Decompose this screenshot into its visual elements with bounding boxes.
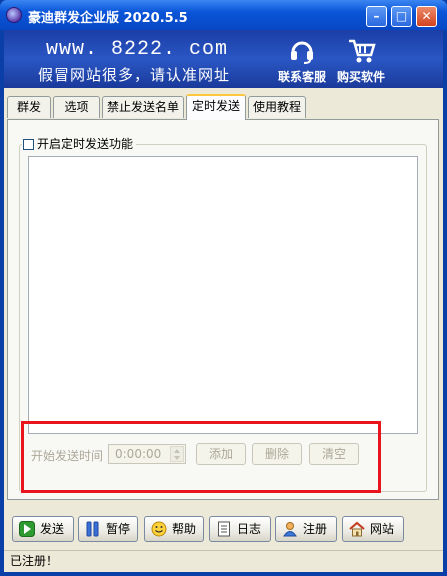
status-bar: 已注册！ [4,550,443,572]
schedule-list[interactable] [28,156,418,434]
close-button[interactable]: ✕ [416,6,437,27]
banner: www. 8222. com 假冒网站很多，请认准网址 联系客服 购买软件 [4,30,443,88]
minimize-button[interactable]: – [366,6,387,27]
tab-label: 禁止发送名单 [106,100,179,114]
tab-label: 选项 [64,100,89,114]
status-text: 已注册！ [10,554,59,568]
tab-scheduled-send[interactable]: 定时发送 [186,94,246,120]
window-title: 豪迪群发企业版 2020.5.5 [28,11,188,26]
banner-url: www. 8222. com [46,38,229,61]
maximize-button[interactable]: □ [391,6,412,27]
tab-label: 群发 [16,100,41,114]
home-icon [349,521,365,537]
smiley-icon [151,521,167,537]
play-icon [19,521,35,537]
website-button[interactable]: 网站 [342,516,404,542]
register-label: 注册 [303,522,328,536]
enable-scheduled-checkbox[interactable]: 开启定时发送功能 [22,136,137,152]
website-label: 网站 [370,522,395,536]
register-button[interactable]: 注册 [275,516,337,542]
contact-support-link[interactable]: 联系客服 [272,36,332,84]
client-area: 群发 选项 禁止发送名单 定时发送 使用教程 开启定时发送功能 开始发送时间 0… [4,88,443,572]
pause-icon [86,521,99,537]
help-button[interactable]: 帮助 [144,516,204,542]
buy-software-label: 购买软件 [336,70,385,84]
send-label: 发送 [40,522,65,536]
document-icon [218,521,230,537]
maximize-icon: □ [395,9,408,23]
tab-mass-send[interactable]: 群发 [7,96,51,118]
send-button[interactable]: 发送 [12,516,74,542]
checkbox-box[interactable] [23,139,34,150]
log-label: 日志 [237,522,262,536]
tab-label: 使用教程 [252,100,301,114]
help-label: 帮助 [172,522,197,536]
user-icon [283,522,297,537]
title-bar[interactable]: 豪迪群发企业版 2020.5.5 – □ ✕ [0,0,447,30]
banner-slogan: 假冒网站很多，请认准网址 [38,66,231,84]
log-button[interactable]: 日志 [209,516,271,542]
enable-scheduled-label: 开启定时发送功能 [37,137,134,151]
pause-button[interactable]: 暂停 [78,516,138,542]
headset-icon [291,41,313,64]
tab-label: 定时发送 [191,99,240,113]
buy-software-link[interactable]: 购买软件 [331,36,391,84]
highlight-box [21,421,381,493]
app-logo-icon [6,7,22,23]
shopping-cart-icon [349,39,376,63]
contact-support-label: 联系客服 [277,70,326,84]
tab-options[interactable]: 选项 [53,96,100,118]
tab-blocklist[interactable]: 禁止发送名单 [102,96,184,118]
tab-tutorial[interactable]: 使用教程 [248,96,306,118]
close-icon: ✕ [421,9,432,23]
app-window: 豪迪群发企业版 2020.5.5 – □ ✕ www. 8222. com 假冒… [0,0,447,576]
minimize-icon: – [373,9,380,23]
pause-label: 暂停 [106,522,131,536]
